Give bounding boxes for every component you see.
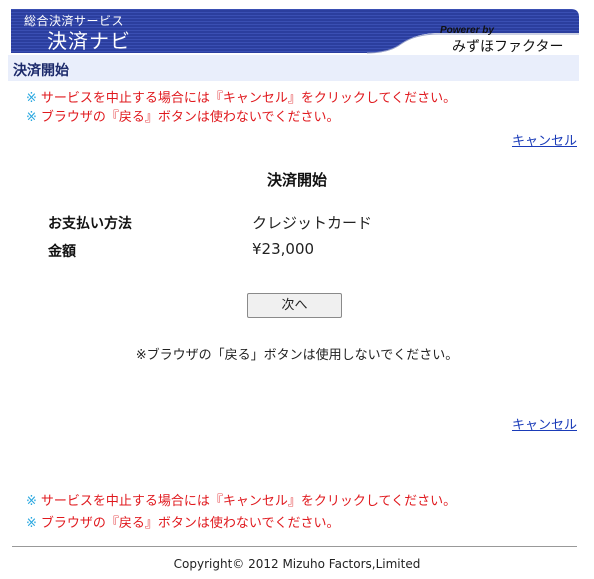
notice-cancel-bottom: ※ サービスを中止する場合には『キャンセル』をクリックしてください。 (26, 490, 456, 509)
notice-back-top: ※ ブラウザの『戻る』ボタンは使わないでください。 (26, 106, 340, 125)
notice-back-bottom: ※ ブラウザの『戻る』ボタンは使わないでください。 (26, 512, 340, 531)
header-banner: 総合決済サービス 決済ナビ Powerer by みずほファクター (11, 9, 579, 55)
amount-value: ¥23,000 (252, 240, 315, 258)
notice-cancel-top: ※ サービスを中止する場合には『キャンセル』をクリックしてください。 (26, 87, 456, 106)
company-logo-text: みずほファクター (452, 39, 564, 55)
cancel-link-top[interactable]: キャンセル (512, 130, 577, 149)
notice-mark: ※ (26, 110, 37, 125)
powered-by-label: Powerer by (440, 25, 494, 36)
brand-title: 決済ナビ (47, 29, 131, 53)
payment-page: 総合決済サービス 決済ナビ Powerer by みずほファクター 決済開始 ※… (0, 0, 594, 579)
cancel-link-bottom[interactable]: キャンセル (512, 414, 577, 433)
copyright-text: Copyright© 2012 Mizuho Factors,Limited (173, 557, 421, 571)
browser-back-note: ※ブラウザの「戻る」ボタンは使用しないでください。 (135, 348, 459, 363)
amount-label: 金額 (48, 244, 76, 260)
notice-mark: ※ (26, 91, 37, 106)
notice-text: サービスを中止する場合には『キャンセル』をクリックしてください。 (40, 91, 457, 106)
next-button[interactable]: 次へ (247, 293, 342, 318)
section-title: 決済開始 (13, 63, 69, 79)
payment-method-value: クレジットカード (252, 214, 373, 232)
notice-mark: ※ (26, 516, 37, 531)
notice-text: ブラウザの『戻る』ボタンは使わないでください。 (40, 516, 340, 531)
notice-text: サービスを中止する場合には『キャンセル』をクリックしてください。 (40, 494, 457, 509)
footer-divider (12, 546, 577, 547)
notice-text: ブラウザの『戻る』ボタンは使わないでください。 (40, 110, 340, 125)
payment-method-label: お支払い方法 (48, 216, 132, 232)
section-title-bar: 決済開始 (8, 55, 579, 81)
notice-mark: ※ (26, 494, 37, 509)
main-heading: 決済開始 (266, 171, 327, 189)
